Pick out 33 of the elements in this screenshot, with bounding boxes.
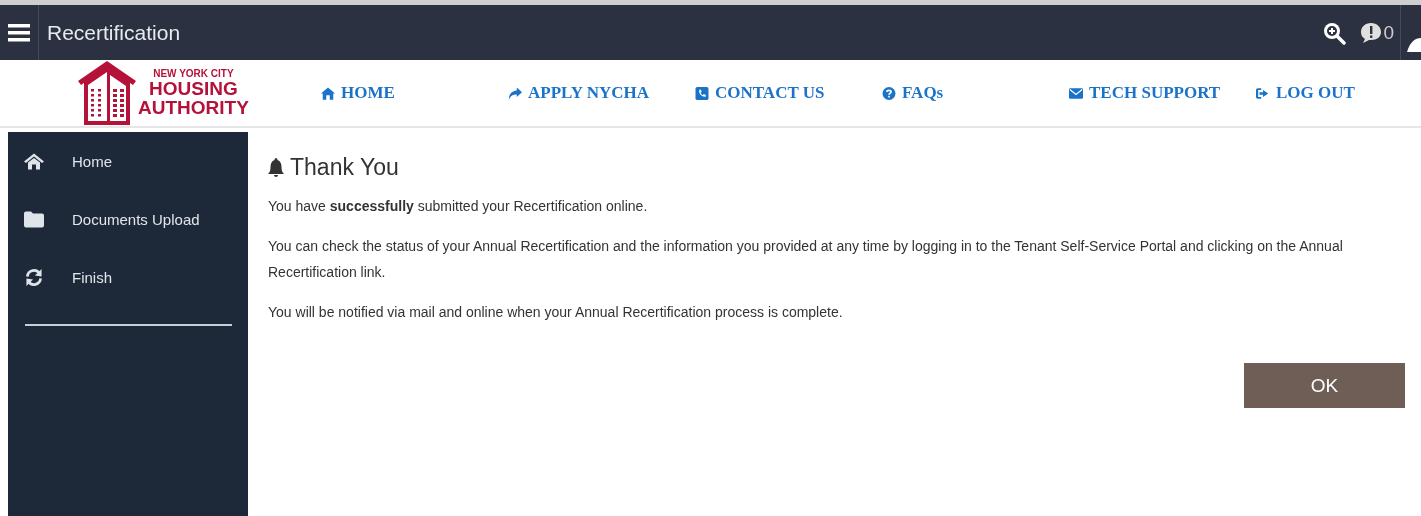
envelope-icon	[1069, 86, 1083, 100]
nav-link[interactable]: CONTACT US	[695, 83, 882, 103]
folder-icon	[24, 210, 44, 228]
help-icon	[882, 86, 896, 100]
message-text: You have successfully submitted your Recertification online.	[268, 197, 649, 216]
sign-out-icon	[1256, 86, 1270, 100]
nav-link[interactable]: FAQs	[882, 83, 1069, 103]
refresh-icon	[24, 268, 44, 286]
sidebar-item[interactable]: Home	[72, 152, 112, 170]
share-arrow-icon	[508, 86, 522, 100]
zoom-in-icon[interactable]	[1322, 20, 1347, 45]
ok-button[interactable]: OK	[1244, 363, 1405, 408]
logo-text: AUTHORITY	[138, 98, 249, 117]
menu-icon[interactable]	[8, 23, 30, 42]
message-text: You will be notified via mail and online when your Annual Recertification process is complete.	[268, 303, 844, 322]
sidebar-item[interactable]: Documents Upload	[72, 210, 200, 228]
bell-icon	[268, 157, 284, 178]
page-title: Recertification	[47, 20, 182, 45]
home-icon	[24, 152, 44, 170]
comment-alert-icon[interactable]	[1360, 21, 1383, 44]
nav-link[interactable]: APPLY NYCHA	[508, 83, 695, 103]
heading: Thank You	[290, 154, 399, 181]
message-text: You can check the status of your Annual Recertification and the information you provided at any time by logging in to the Tenant Self-Service Portal and clicking on the Annual Recertification link.	[268, 237, 1344, 282]
nav-link[interactable]: LOG OUT	[1256, 83, 1376, 103]
building-logo-icon	[78, 61, 136, 125]
nav-link[interactable]: HOME	[321, 83, 508, 103]
sidebar-item[interactable]: Finish	[72, 268, 112, 286]
nav-link[interactable]: TECH SUPPORT	[1069, 83, 1256, 103]
logo-text: HOUSING	[149, 79, 238, 98]
phone-icon	[695, 86, 709, 100]
home-icon	[321, 86, 335, 100]
notification-count: 0	[1383, 21, 1394, 44]
logo-text: NEW YORK CITY	[153, 69, 234, 79]
